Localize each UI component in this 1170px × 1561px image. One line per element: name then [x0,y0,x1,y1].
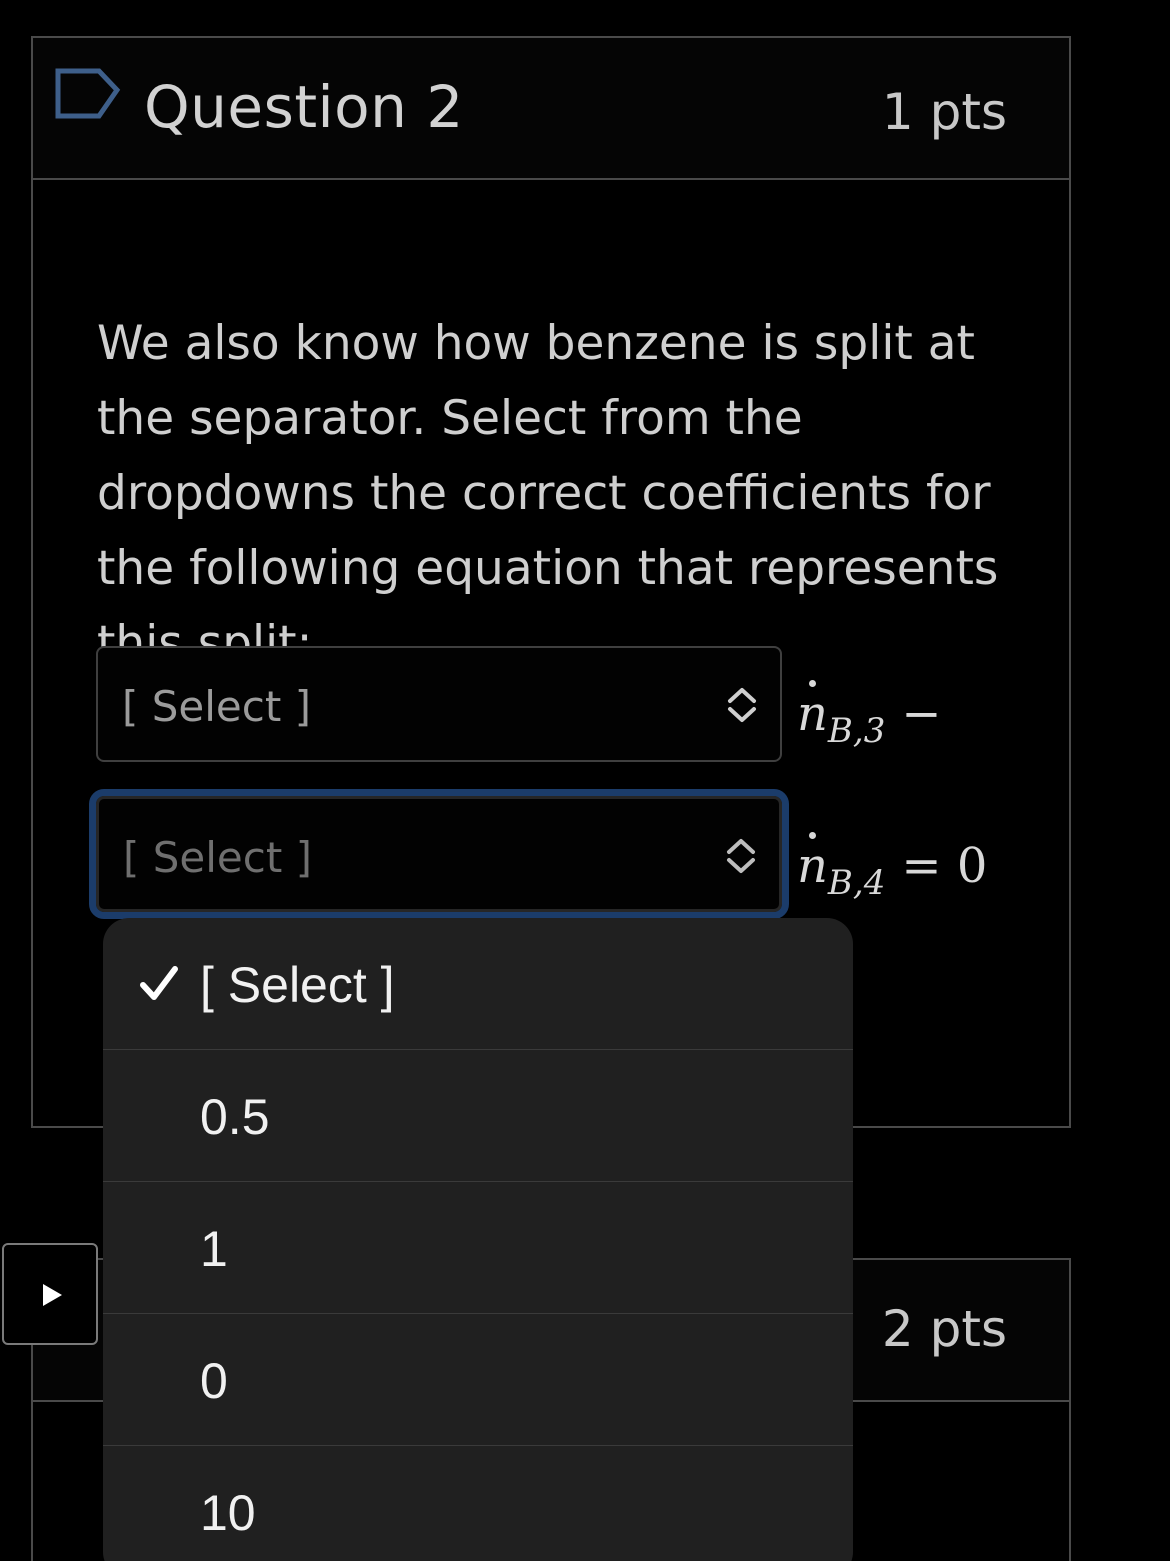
operator: = 0 [901,838,988,894]
dropdown-option-0-5[interactable]: 0.5 [103,1050,853,1182]
subscript: B,4 [827,863,886,903]
question-title: Question 2 [144,73,464,141]
n-dot-symbol: n [797,838,828,894]
option-label: [ Select ] [200,957,395,1013]
dropdown-option-0[interactable]: 0 [103,1314,853,1446]
coefficient-select-2[interactable]: [ Select ] [89,789,789,919]
dropdown-option-select[interactable]: [ Select ] [103,918,853,1050]
coefficient-select-1[interactable]: [ Select ] [96,646,782,762]
question-points: 2 pts [881,1300,1007,1358]
question-text: We also know how benzene is split at the… [97,316,999,671]
media-play-button[interactable] [2,1243,98,1345]
select-value: [ Select ] [122,682,312,731]
flag-outline-icon[interactable] [55,68,121,120]
option-label: 1 [200,1221,228,1277]
play-icon [43,1284,62,1306]
checkmark-icon [140,966,178,1000]
dropdown-option-1[interactable]: 1 [103,1182,853,1314]
question-points: 1 pts [881,83,1007,141]
option-label: 0 [200,1353,228,1409]
dropdown-option-10[interactable]: 10 [103,1446,853,1561]
select-value: [ Select ] [123,833,313,882]
option-label: 10 [200,1485,256,1541]
equation-term-1: nB,3− [797,686,942,751]
chevron-up-down-icon [728,688,756,722]
option-label: 0.5 [200,1089,270,1145]
question-header: Question 2 1 pts [33,38,1069,180]
subscript: B,3 [827,711,886,751]
equation-term-2: nB,4 = 0 [797,838,987,903]
chevron-up-down-icon [727,839,755,873]
operator: − [901,686,942,742]
select-dropdown-menu[interactable]: [ Select ] 0.5 1 0 10 [103,918,853,1561]
n-dot-symbol: n [797,686,828,742]
